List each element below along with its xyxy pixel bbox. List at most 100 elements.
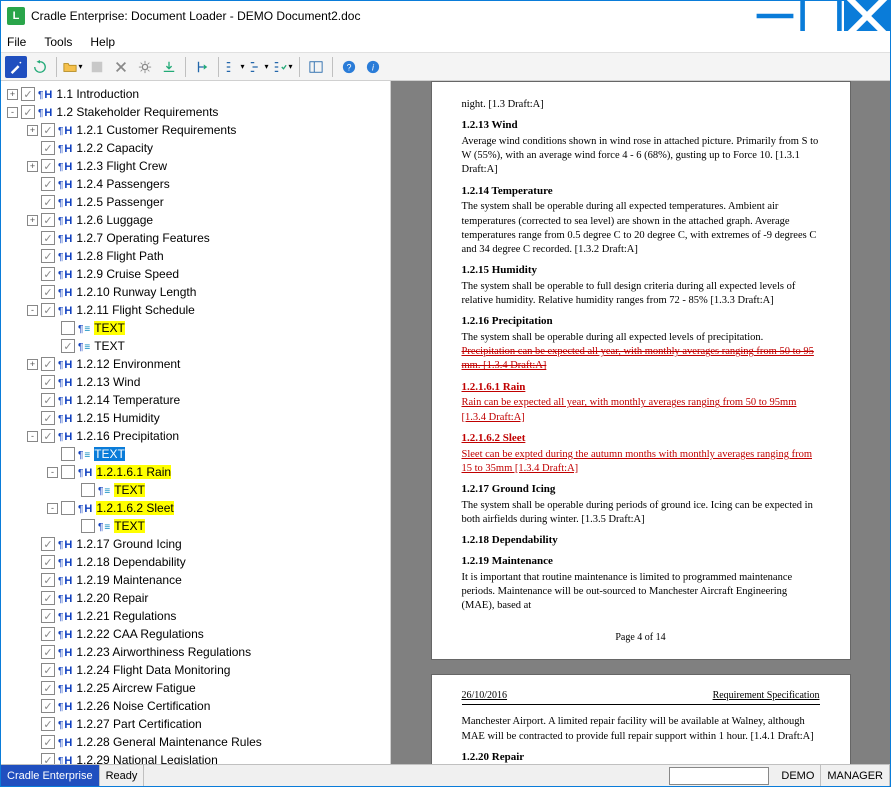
- gear-icon[interactable]: [134, 56, 156, 78]
- tree-checkbox[interactable]: [41, 141, 55, 155]
- tree-checkbox[interactable]: [41, 285, 55, 299]
- tree-label[interactable]: TEXT: [94, 339, 125, 353]
- tree-label[interactable]: TEXT: [94, 321, 125, 335]
- tree-node[interactable]: -¶H1.2.11 Flight Schedule: [1, 301, 390, 319]
- tree-checkbox[interactable]: [41, 717, 55, 731]
- tree-checkbox[interactable]: [41, 681, 55, 695]
- tree-checkbox[interactable]: [41, 267, 55, 281]
- tree-label[interactable]: 1.2.8 Flight Path: [76, 249, 163, 263]
- collapse-icon[interactable]: -: [27, 305, 38, 316]
- tree-label[interactable]: 1.2.13 Wind: [76, 375, 140, 389]
- tree-checkbox[interactable]: [61, 501, 75, 515]
- collapse-icon[interactable]: -: [47, 467, 58, 478]
- tree-label[interactable]: 1.2.12 Environment: [76, 357, 180, 371]
- tree-node[interactable]: ¶H1.2.21 Regulations: [1, 607, 390, 625]
- tree-node[interactable]: ¶H1.2.19 Maintenance: [1, 571, 390, 589]
- tree-node[interactable]: ¶≡TEXT: [1, 337, 390, 355]
- tree-label[interactable]: 1.2.19 Maintenance: [76, 573, 181, 587]
- open-folder-icon[interactable]: ▾: [62, 56, 84, 78]
- tree-checkbox[interactable]: [41, 609, 55, 623]
- tree-label[interactable]: 1.2.10 Runway Length: [76, 285, 196, 299]
- refresh-icon[interactable]: [29, 56, 51, 78]
- collapse-icon[interactable]: -: [27, 431, 38, 442]
- tree-checkbox[interactable]: [41, 357, 55, 371]
- tree-node[interactable]: ¶H1.2.27 Part Certification: [1, 715, 390, 733]
- tree-checkbox[interactable]: [41, 195, 55, 209]
- status-entry[interactable]: [669, 767, 769, 785]
- wand-icon[interactable]: [5, 56, 27, 78]
- tree-checkbox[interactable]: [61, 321, 75, 335]
- tree-select-icon[interactable]: ▾: [272, 56, 294, 78]
- tree-checkbox[interactable]: [81, 519, 95, 533]
- tree-label[interactable]: 1.2.27 Part Certification: [76, 717, 201, 731]
- tree-checkbox[interactable]: [41, 627, 55, 641]
- tree-checkbox[interactable]: [41, 123, 55, 137]
- tree-node[interactable]: ¶≡TEXT: [1, 517, 390, 535]
- tree-checkbox[interactable]: [41, 573, 55, 587]
- tree-label[interactable]: 1.2.3 Flight Crew: [76, 159, 167, 173]
- tree-label[interactable]: 1.2.1 Customer Requirements: [76, 123, 236, 137]
- tree-label[interactable]: 1.2.25 Aircrew Fatigue: [76, 681, 195, 695]
- tree-label[interactable]: 1.2.23 Airworthiness Regulations: [76, 645, 251, 659]
- tree-label[interactable]: 1.2.20 Repair: [76, 591, 148, 605]
- expand-icon[interactable]: +: [27, 125, 38, 136]
- tree-label[interactable]: 1.2.1.6.1 Rain: [96, 465, 171, 479]
- document-pane[interactable]: night. [1.3 Draft:A] 1.2.13 Wind Average…: [391, 81, 890, 764]
- tree-checkbox[interactable]: [41, 663, 55, 677]
- tree-node[interactable]: -¶H1.2.1.6.2 Sleet: [1, 499, 390, 517]
- tree-label[interactable]: 1.2.6 Luggage: [76, 213, 153, 227]
- tree-label[interactable]: 1.1 Introduction: [56, 87, 139, 101]
- expand-icon[interactable]: +: [27, 215, 38, 226]
- expand-icon[interactable]: +: [27, 359, 38, 370]
- tree-checkbox[interactable]: [41, 231, 55, 245]
- menu-tools[interactable]: Tools: [44, 35, 72, 49]
- help-icon[interactable]: ?: [338, 56, 360, 78]
- tree-checkbox[interactable]: [41, 555, 55, 569]
- panel-icon[interactable]: [305, 56, 327, 78]
- minimize-button[interactable]: [752, 1, 798, 31]
- tree-checkbox[interactable]: [41, 735, 55, 749]
- tree-label[interactable]: 1.2.14 Temperature: [76, 393, 180, 407]
- tree-checkbox[interactable]: [41, 411, 55, 425]
- tree-label[interactable]: 1.2.21 Regulations: [76, 609, 176, 623]
- tree-node[interactable]: ¶≡TEXT: [1, 319, 390, 337]
- export-icon[interactable]: [158, 56, 180, 78]
- tree-label[interactable]: 1.2.22 CAA Regulations: [76, 627, 203, 641]
- tree-node[interactable]: +¶H1.2.6 Luggage: [1, 211, 390, 229]
- tree-checkbox[interactable]: [21, 105, 35, 119]
- tree-node[interactable]: ¶H1.2.10 Runway Length: [1, 283, 390, 301]
- tree-node[interactable]: ¶H1.2.29 National Legislation: [1, 751, 390, 764]
- tree-checkbox[interactable]: [41, 645, 55, 659]
- tree-checkbox[interactable]: [41, 159, 55, 173]
- tree-label[interactable]: TEXT: [114, 483, 145, 497]
- tree-label[interactable]: 1.2.29 National Legislation: [76, 753, 217, 764]
- tree-pane[interactable]: +¶H1.1 Introduction-¶H1.2 Stakeholder Re…: [1, 81, 391, 764]
- tree-node[interactable]: ¶H1.2.20 Repair: [1, 589, 390, 607]
- tree-label[interactable]: TEXT: [94, 447, 125, 461]
- tree-node[interactable]: ¶H1.2.26 Noise Certification: [1, 697, 390, 715]
- tree-label[interactable]: 1.2.24 Flight Data Monitoring: [76, 663, 230, 677]
- tree-node[interactable]: ¶H1.2.9 Cruise Speed: [1, 265, 390, 283]
- tree-label[interactable]: 1.2.28 General Maintenance Rules: [76, 735, 261, 749]
- expand-icon[interactable]: +: [7, 89, 18, 100]
- collapse-icon[interactable]: -: [47, 503, 58, 514]
- tree-checkbox[interactable]: [41, 249, 55, 263]
- tree-checkbox[interactable]: [21, 87, 35, 101]
- tree-label[interactable]: 1.2.26 Noise Certification: [76, 699, 210, 713]
- tree-checkbox[interactable]: [61, 465, 75, 479]
- tree-node[interactable]: ¶≡TEXT: [1, 481, 390, 499]
- menu-file[interactable]: File: [7, 35, 26, 49]
- tree-node[interactable]: ¶H1.2.7 Operating Features: [1, 229, 390, 247]
- tree-checkbox[interactable]: [41, 303, 55, 317]
- expand-icon[interactable]: +: [27, 161, 38, 172]
- tree-node[interactable]: +¶H1.2.12 Environment: [1, 355, 390, 373]
- info-icon[interactable]: i: [362, 56, 384, 78]
- tree-checkbox[interactable]: [41, 753, 55, 764]
- tree-label[interactable]: 1.2.11 Flight Schedule: [76, 303, 195, 317]
- tree-node[interactable]: ¶H1.2.2 Capacity: [1, 139, 390, 157]
- tree-collapse-icon[interactable]: ▾: [224, 56, 246, 78]
- tree-expand-icon[interactable]: ▾: [248, 56, 270, 78]
- tree-node[interactable]: ¶H1.2.4 Passengers: [1, 175, 390, 193]
- maximize-button[interactable]: [798, 1, 844, 31]
- tree-node[interactable]: ¶H1.2.28 General Maintenance Rules: [1, 733, 390, 751]
